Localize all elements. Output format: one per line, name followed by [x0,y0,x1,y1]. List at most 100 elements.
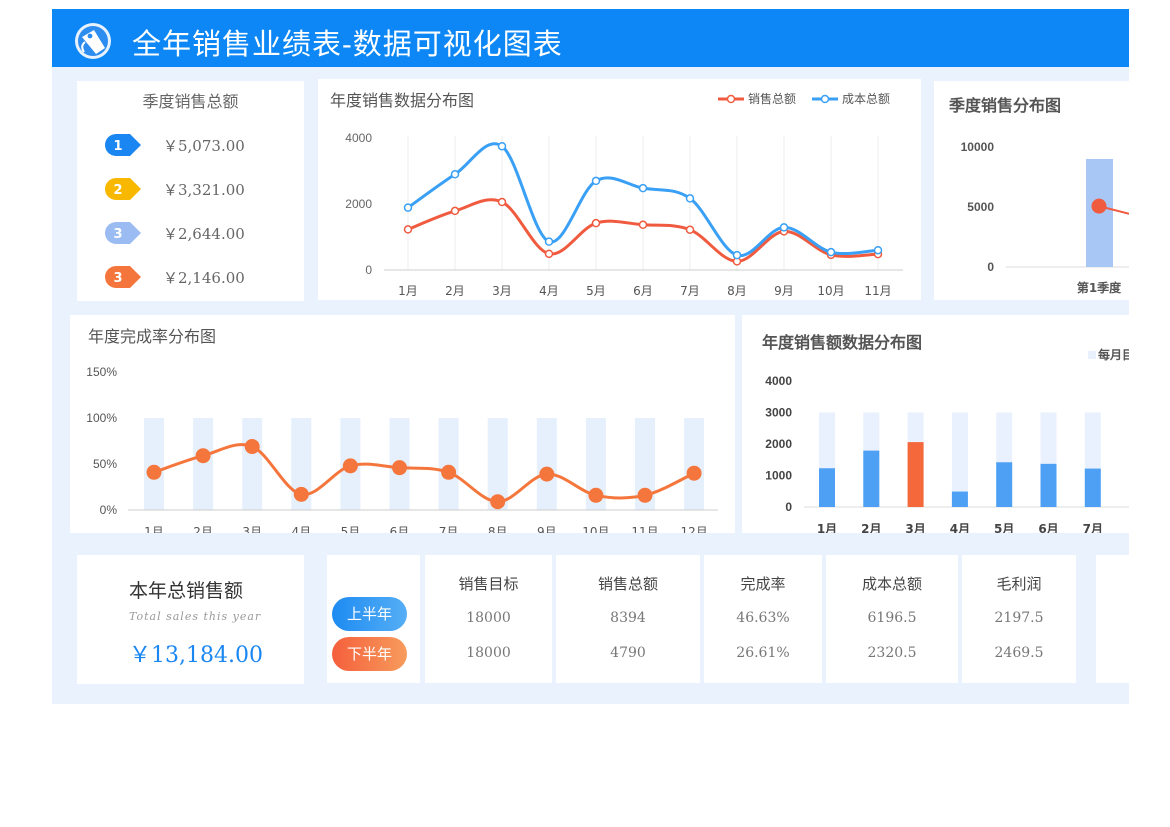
y-tick-label: 100% [86,411,117,425]
table-header: 毛利润 [996,575,1042,593]
x-tick-label: 8月 [727,284,747,298]
data-point [403,203,413,212]
x-tick-label: 6月 [1038,522,1058,533]
table-header: 销售目标 [458,575,519,593]
data-point [591,218,601,228]
rank-badge-shape [105,178,141,200]
quarterly-bar-chart: 1000050000第1季度第2季度 [961,140,1129,295]
data-point [873,245,883,255]
rank-number: 3 [113,227,122,242]
y-tick-label: 0 [785,500,792,514]
rank-badge-icon: 1 [105,134,141,156]
data-point [441,464,457,480]
y-tick-label: 0 [987,260,994,274]
rank-value: ￥2,644.00 [163,225,245,243]
data-point [637,487,653,503]
x-tick-label: 2月 [193,525,213,533]
tag-logo-icon [75,23,111,59]
x-tick-label: 1月 [144,525,164,533]
y-tick-label: 0 [365,263,372,277]
table-column-target: 销售目标 18000 18000 [425,555,552,683]
legend-label: 销售总额 [748,91,796,106]
yearly-sales-chart-card: 年度销售数据分布图 4000 2000 0 1月 2月 3月 4月 5月 6月 7月 8月 9月 10月… [318,79,921,300]
data-point [490,494,506,510]
sales-bar [996,462,1013,507]
data-point [591,176,601,186]
table-cell: 18000 [466,610,511,626]
y-tick-label: 4000 [765,374,792,388]
legend-label: 每月目 [1098,347,1129,362]
table-cell: 2320.5 [867,645,917,661]
yearly-total-card: 本年总销售额 Total sales this year ￥13,184.00 [77,555,304,684]
quarter-total-title: 季度销售总额 [142,92,239,111]
table-cell: 2197.5 [994,610,1044,626]
rank-row: 2 ￥3,321.00 [105,176,285,202]
x-tick-label: 11月 [864,284,891,298]
rank-row: 1 ￥5,073.00 [105,132,285,158]
rank-value: ￥2,146.00 [163,269,245,287]
y-tick-label: 4000 [345,131,372,145]
y-tick-label: 10000 [961,140,995,154]
x-tick-label: 12月 [680,525,707,533]
rank-badge-shape [105,222,141,244]
sales-bar [951,491,968,507]
x-tick-label: 6月 [390,525,410,533]
x-tick-label: 4月 [291,525,311,533]
data-point [342,458,358,474]
x-tick-label: 9月 [774,284,794,298]
table-cell: 26.61% [736,645,790,661]
yearly-sales-line-chart: 4000 2000 0 1月 2月 3月 4月 5月 6月 7月 8月 9月 10月 11月 销售总额 成本总… [345,91,903,298]
first-half-badge: 上半年 [332,597,407,631]
half-year-label-column: 上半年 下半年 [327,555,420,683]
x-tick-label: 7月 [439,525,459,533]
table-column-extra [1096,555,1129,683]
y-tick-label: 2000 [345,197,372,211]
data-point [450,206,460,216]
sales-bar [863,450,880,507]
data-point [403,225,413,234]
x-tick-label: 3月 [492,284,512,298]
table-column-completion: 完成率 46.63% 26.61% [704,555,822,683]
table-column-cost: 成本总额 6196.5 2320.5 [826,555,958,683]
rank-badge-icon: 2 [105,178,141,200]
table-cell: 2469.5 [994,645,1044,661]
yearly-total-value: ￥13,184.00 [129,643,263,668]
x-tick-label: 7月 [680,284,700,298]
legend-marker [820,94,830,104]
quarterly-chart-card: 季度销售分布图 1000050000第1季度第2季度 [934,81,1129,300]
x-tick-label: 9月 [537,525,557,533]
header-bar: 全年销售业绩表-数据可视化图表 [52,9,1129,67]
x-tick-label: 6月 [633,284,653,298]
x-tick-label: 2月 [861,522,881,533]
background-bar [193,418,214,510]
data-point [497,197,507,207]
data-point [293,486,309,502]
data-point [686,465,702,481]
y-tick-label: 5000 [967,200,994,214]
data-point [732,250,742,260]
y-tick-label: 50% [93,457,117,471]
data-point [450,170,460,179]
background-bar [684,418,705,510]
data-point [779,223,789,232]
data-point [1091,198,1107,214]
legend-marker [726,94,736,104]
table-header: 成本总额 [861,575,922,593]
rank-number: 3 [113,271,122,286]
y-tick-label: 2000 [765,437,792,451]
background-bar [144,418,164,510]
x-tick-label: 3月 [242,525,262,533]
table-cell: 18000 [466,645,511,661]
x-tick-label: 4月 [950,522,970,533]
x-tick-label: 7月 [1083,522,1103,533]
data-point [544,237,554,246]
table-cell: 8394 [610,610,646,626]
rank-row: 3 ￥2,644.00 [105,220,285,246]
y-tick-label: 0% [100,503,118,517]
x-tick-label: 第1季度 [1077,280,1122,295]
rank-badge-icon: 3 [105,266,141,288]
data-point [638,183,648,193]
dashboard: 全年销售业绩表-数据可视化图表 季度销售总额 1 ￥5,073.00 2 ￥3,321… [52,9,1129,704]
data-point [588,487,604,503]
yearly-total-subtitle: Total sales this year [129,610,262,623]
